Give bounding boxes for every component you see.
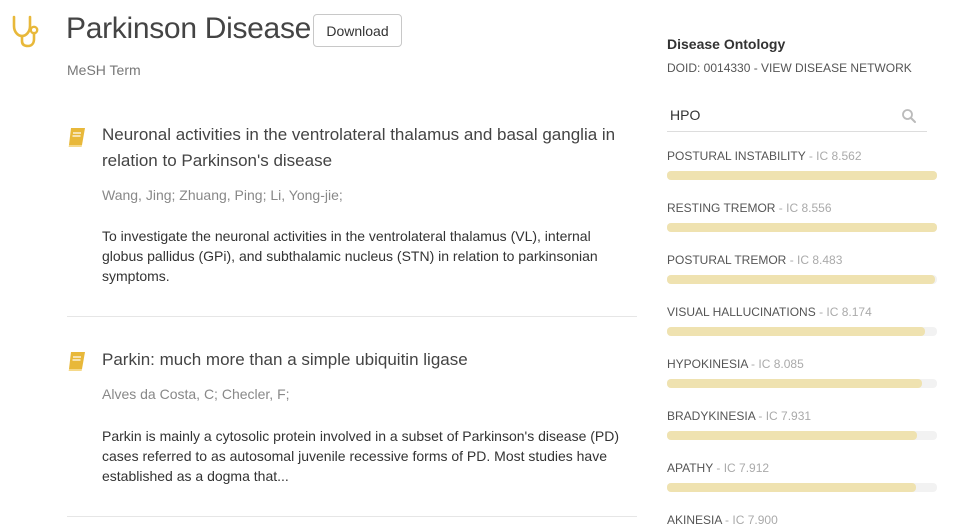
hpo-term-ic: - IC 7.931 <box>758 409 812 423</box>
book-icon <box>68 352 85 371</box>
hpo-term-item[interactable]: AKINESIA - IC 7.900 <box>667 513 937 531</box>
article-title[interactable]: Parkin: much more than a simple ubiquiti… <box>102 347 637 373</box>
article-authors: Alves da Costa, C; Checler, F; <box>102 386 290 402</box>
ic-bar-fill <box>667 483 917 492</box>
ic-bar-fill <box>667 275 935 284</box>
hpo-term-name: RESTING TREMOR <box>667 201 776 215</box>
hpo-term-ic: - IC 8.483 <box>789 253 843 267</box>
hpo-term-item[interactable]: HYPOKINESIA - IC 8.085 <box>667 357 937 397</box>
hpo-term-label: AKINESIA - IC 7.900 <box>667 513 778 527</box>
page-title: Parkinson Disease <box>66 12 312 45</box>
hpo-term-item[interactable]: POSTURAL INSTABILITY - IC 8.562 <box>667 149 937 189</box>
ic-bar-fill <box>667 379 922 388</box>
hpo-term-label: POSTURAL TREMOR - IC 8.483 <box>667 253 842 267</box>
hpo-term-name: APATHY <box>667 461 714 475</box>
hpo-search-input[interactable] <box>670 103 890 127</box>
hpo-term-ic: - IC 8.562 <box>808 149 862 163</box>
ic-bar-track <box>667 483 937 492</box>
hpo-term-name: POSTURAL TREMOR <box>667 253 787 267</box>
ic-bar-fill <box>667 327 925 336</box>
hpo-term-label: APATHY - IC 7.912 <box>667 461 769 475</box>
disease-ontology-heading: Disease Ontology <box>667 36 786 52</box>
hpo-term-label: POSTURAL INSTABILITY - IC 8.562 <box>667 149 862 163</box>
ic-bar-track <box>667 171 937 180</box>
hpo-term-name: BRADYKINESIA <box>667 409 756 423</box>
hpo-term-name: AKINESIA <box>667 513 722 527</box>
ic-bar-fill <box>667 431 918 440</box>
ic-bar-fill <box>667 223 937 232</box>
ic-bar-track <box>667 327 937 336</box>
ic-bar-track <box>667 275 937 284</box>
ic-bar-track <box>667 379 937 388</box>
hpo-term-label: BRADYKINESIA - IC 7.931 <box>667 409 811 423</box>
hpo-term-name: VISUAL HALLUCINATIONS <box>667 305 816 319</box>
article-abstract: To investigate the neuronal activities i… <box>102 228 598 284</box>
ic-bar-fill <box>667 171 937 180</box>
hpo-term-item[interactable]: RESTING TREMOR - IC 8.556 <box>667 201 937 241</box>
hpo-term-ic: - IC 7.912 <box>716 461 770 475</box>
hpo-term-item[interactable]: VISUAL HALLUCINATIONS - IC 8.174 <box>667 305 937 345</box>
hpo-term-ic: - IC 8.174 <box>819 305 872 319</box>
hpo-term-label: VISUAL HALLUCINATIONS - IC 8.174 <box>667 305 872 319</box>
article-title[interactable]: Neuronal activities in the ventrolateral… <box>102 122 637 174</box>
hpo-term-ic: - IC 7.900 <box>725 513 778 527</box>
hpo-term-ic: - IC 8.556 <box>778 201 832 215</box>
hpo-term-name: HYPOKINESIA <box>667 357 748 371</box>
hpo-term-item[interactable]: POSTURAL TREMOR - IC 8.483 <box>667 253 937 293</box>
download-button[interactable]: Download <box>313 14 402 47</box>
hpo-search <box>667 103 927 132</box>
search-icon[interactable] <box>901 108 917 124</box>
stethoscope-icon <box>12 15 39 48</box>
article-abstract: Parkin is mainly a cytosolic protein inv… <box>102 428 620 484</box>
mesh-term-label: MeSH Term <box>67 62 141 78</box>
divider <box>67 316 637 317</box>
article-authors: Wang, Jing; Zhuang, Ping; Li, Yong-jie; <box>102 187 343 203</box>
ic-bar-track <box>667 431 937 440</box>
hpo-term-label: RESTING TREMOR - IC 8.556 <box>667 201 832 215</box>
ic-bar-track <box>667 223 937 232</box>
book-icon <box>68 128 85 147</box>
hpo-term-item[interactable]: BRADYKINESIA - IC 7.931 <box>667 409 937 449</box>
hpo-term-label: HYPOKINESIA - IC 8.085 <box>667 357 804 371</box>
hpo-term-ic: - IC 8.085 <box>751 357 804 371</box>
hpo-term-name: POSTURAL INSTABILITY <box>667 149 806 163</box>
divider <box>67 516 637 517</box>
hpo-term-item[interactable]: APATHY - IC 7.912 <box>667 461 937 501</box>
doid-network-link[interactable]: DOID: 0014330 - VIEW DISEASE NETWORK <box>667 61 912 75</box>
